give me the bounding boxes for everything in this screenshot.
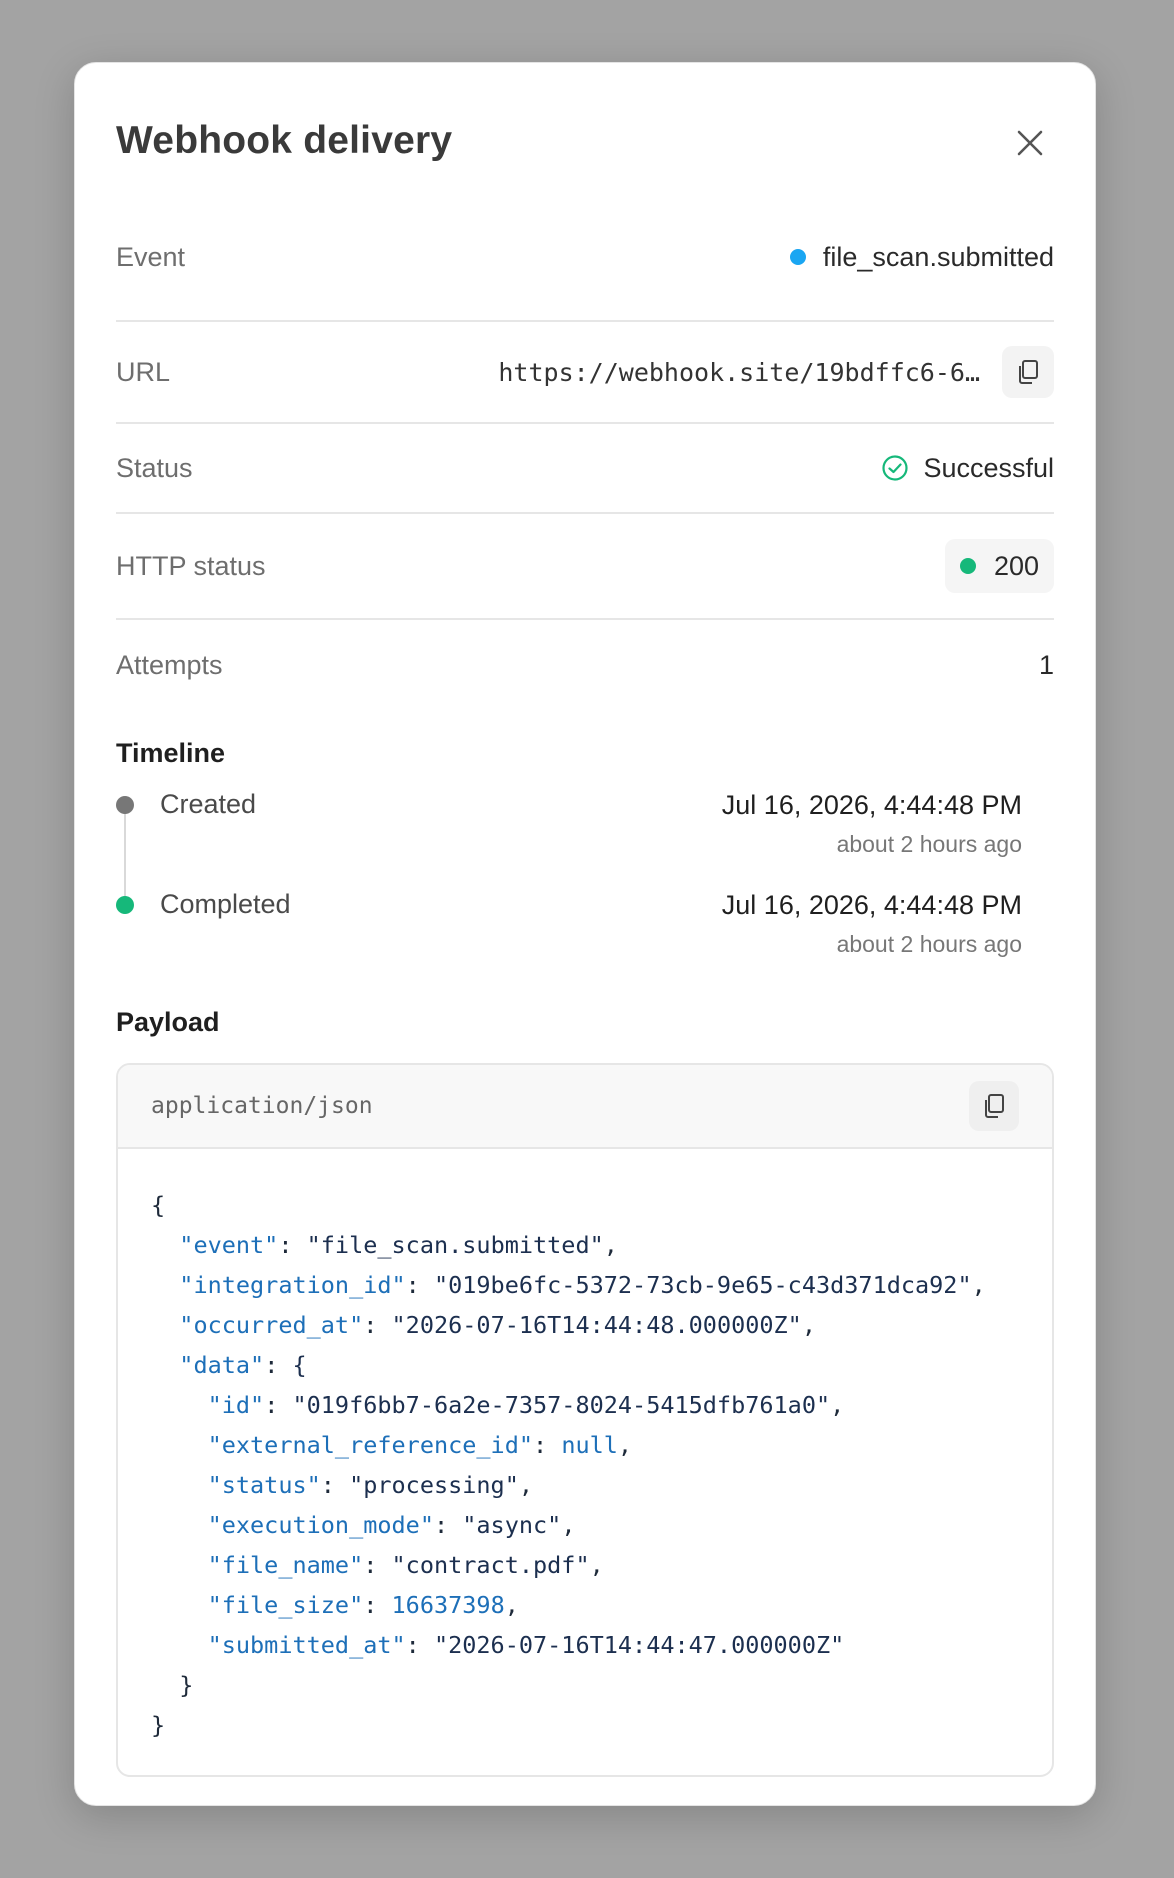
- timeline-item-created: Created Jul 16, 2026, 4:44:48 PM about 2…: [116, 789, 1022, 889]
- payload-line: "integration_id": "019be6fc-5372-73cb-9e…: [179, 1271, 986, 1299]
- payload-value: "2026-07-16T14:44:47.000000Z": [433, 1631, 845, 1659]
- event-value: file_scan.submitted: [789, 241, 1054, 273]
- payload-key: "file_size": [207, 1591, 364, 1619]
- payload-value: "2026-07-16T14:44:48.000000Z": [391, 1311, 802, 1339]
- payload-value: "019f6bb7-6a2e-7357-8024-5415dfb761a0": [292, 1391, 831, 1419]
- close-icon: [1017, 130, 1043, 156]
- http-status-row: HTTP status 200: [116, 514, 1054, 620]
- payload-key: "integration_id": [179, 1271, 406, 1299]
- status-value: Successful: [881, 453, 1054, 484]
- http-status-label: HTTP status: [116, 550, 266, 581]
- payload-line: "external_reference_id": null,: [207, 1431, 633, 1459]
- payload-brace: {: [151, 1191, 166, 1219]
- timeline-dot-completed: [116, 895, 134, 914]
- payload-value: "019be6fc-5372-73cb-9e65-c43d371dca92": [433, 1271, 972, 1299]
- timeline-relative: about 2 hours ago: [836, 931, 1022, 957]
- url-text[interactable]: https://webhook.site/19bdffc6-6…: [440, 358, 980, 387]
- event-dot: [789, 249, 806, 265]
- payload-line: }: [151, 1665, 1019, 1705]
- payload-content-type: application/json: [151, 1093, 373, 1119]
- payload-box: application/json { "event": "file_scan.s…: [116, 1063, 1054, 1777]
- url-value: https://webhook.site/19bdffc6-6…: [440, 346, 1054, 398]
- status-label: Status: [116, 452, 193, 483]
- http-status-badge: 200: [944, 539, 1054, 593]
- payload-code[interactable]: { "event": "file_scan.submitted", "integ…: [118, 1149, 1052, 1775]
- payload-title: Payload: [116, 1007, 220, 1037]
- payload-line: "occurred_at": "2026-07-16T14:44:48.0000…: [179, 1311, 816, 1339]
- timeline-dot-created: [116, 795, 134, 814]
- payload-key: "execution_mode": [207, 1511, 434, 1539]
- status-row: Status Successful: [116, 424, 1054, 514]
- payload-key: "status": [207, 1471, 321, 1499]
- payload-line: "file_size": 16637398,: [207, 1591, 519, 1619]
- timeline-date: Jul 16, 2026, 4:44:48 PM: [721, 790, 1022, 820]
- payload-line: "id": "019f6bb7-6a2e-7357-8024-5415dfb76…: [207, 1391, 845, 1419]
- attempts-row: Attempts 1: [116, 620, 1054, 710]
- payload-line: }: [151, 1705, 1019, 1745]
- payload-key: "event": [179, 1231, 279, 1259]
- payload-section: Payload application/json { "event": "fil…: [116, 1007, 1054, 1777]
- payload-brace: }: [151, 1711, 166, 1739]
- http-status-code: 200: [993, 550, 1039, 581]
- event-label: Event: [116, 241, 186, 272]
- payload-key: "data": [179, 1351, 265, 1379]
- payload-value: {: [292, 1351, 307, 1379]
- payload-line: "submitted_at": "2026-07-16T14:44:47.000…: [207, 1631, 845, 1659]
- payload-value: 16637398: [391, 1591, 505, 1619]
- timeline-label: Created: [160, 789, 257, 819]
- status-text: Successful: [923, 452, 1054, 483]
- payload-line: "file_name": "contract.pdf",: [207, 1551, 604, 1579]
- payload-key: "id": [207, 1391, 265, 1419]
- modal-title: Webhook delivery: [116, 119, 453, 162]
- attempts-value: 1: [1038, 649, 1054, 680]
- payload-key: "submitted_at": [207, 1631, 406, 1659]
- copy-url-button[interactable]: [1002, 346, 1054, 398]
- timeline-label: Completed: [160, 889, 291, 919]
- payload-key: "occurred_at": [179, 1311, 364, 1339]
- payload-key: "external_reference_id": [207, 1431, 534, 1459]
- timeline-item-completed: Completed Jul 16, 2026, 4:44:48 PM about…: [116, 889, 1022, 989]
- payload-line: "execution_mode": "async",: [207, 1511, 576, 1539]
- url-row: URL https://webhook.site/19bdffc6-6…: [116, 322, 1054, 424]
- payload-line: "event": "file_scan.submitted",: [179, 1231, 618, 1259]
- payload-line: "data": {: [179, 1351, 307, 1379]
- timeline: Created Jul 16, 2026, 4:44:48 PM about 2…: [116, 789, 1054, 989]
- timeline-title: Timeline: [116, 738, 226, 768]
- webhook-delivery-modal: Webhook delivery Event file_scan.submitt…: [74, 62, 1096, 1806]
- url-label: URL: [116, 356, 171, 387]
- payload-value: null: [561, 1431, 618, 1459]
- check-circle-icon: [881, 454, 909, 482]
- payload-key: "file_name": [207, 1551, 364, 1579]
- http-status-dot: [959, 558, 976, 574]
- payload-brace: }: [179, 1671, 194, 1699]
- payload-value: "file_scan.submitted": [306, 1231, 604, 1259]
- payload-value: "processing": [349, 1471, 519, 1499]
- copy-icon: [1019, 360, 1038, 384]
- payload-line: {: [151, 1185, 1019, 1225]
- timeline-relative: about 2 hours ago: [836, 831, 1022, 857]
- payload-value: "contract.pdf": [391, 1551, 590, 1579]
- payload-line: "status": "processing",: [207, 1471, 534, 1499]
- copy-payload-button[interactable]: [969, 1081, 1019, 1131]
- timeline-date: Jul 16, 2026, 4:44:48 PM: [721, 890, 1022, 920]
- event-name: file_scan.submitted: [822, 241, 1054, 272]
- payload-value: "async": [462, 1511, 562, 1539]
- copy-icon: [985, 1094, 1004, 1118]
- timeline-section: Timeline Created Jul 16, 2026, 4:44:48 P…: [116, 738, 1054, 989]
- payload-header: application/json: [118, 1065, 1052, 1149]
- close-button[interactable]: [1006, 119, 1054, 167]
- http-status-value: 200: [944, 539, 1054, 593]
- attempts-label: Attempts: [116, 649, 223, 680]
- modal-header: Webhook delivery: [116, 63, 1054, 224]
